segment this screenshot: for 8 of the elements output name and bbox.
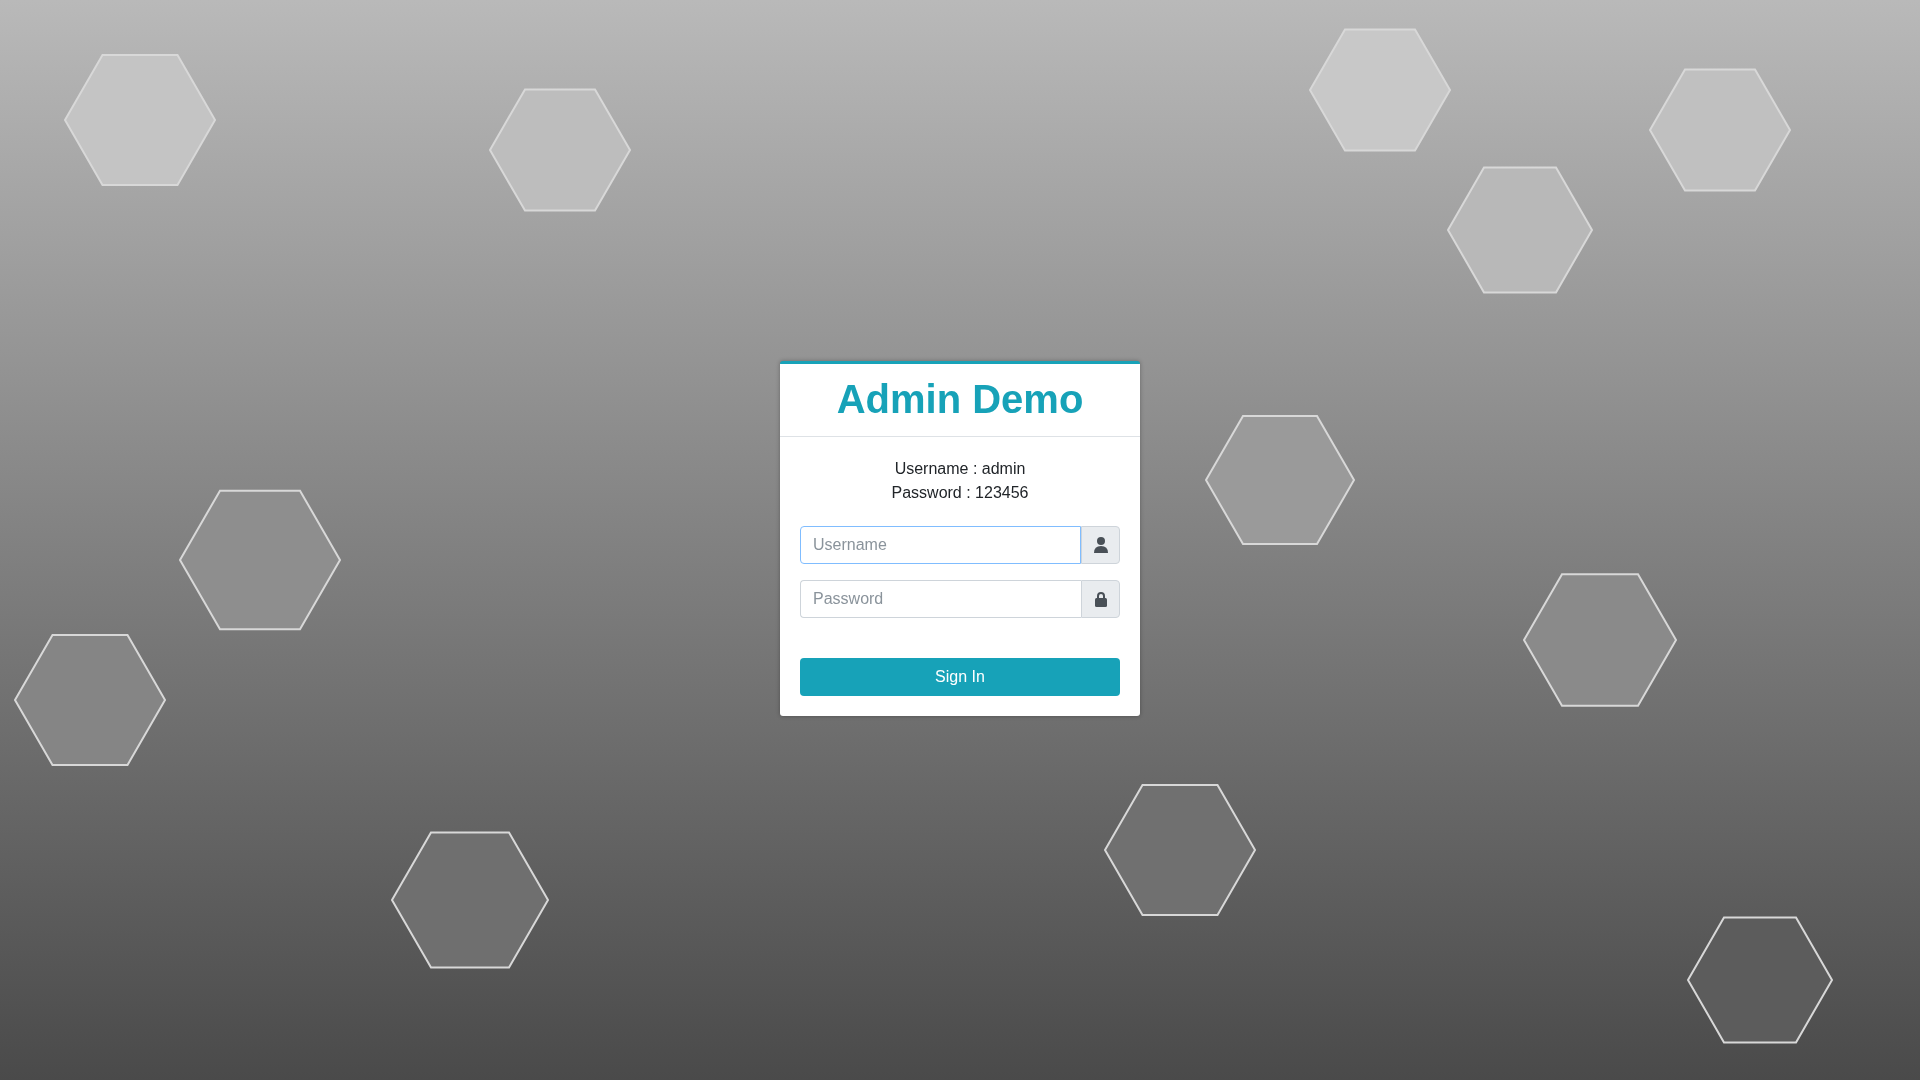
sign-in-button[interactable]: Sign In [800,657,1120,696]
credential-hint: Username : admin [894,458,1026,479]
credential-hint: Password : 123456 [891,482,1029,503]
login-title: Admin Demo [836,375,1084,423]
lock-icon [1093,590,1108,607]
password-field[interactable]: Password [800,579,1081,618]
username-field[interactable]: Username [800,525,1081,564]
user-icon [1093,536,1108,553]
